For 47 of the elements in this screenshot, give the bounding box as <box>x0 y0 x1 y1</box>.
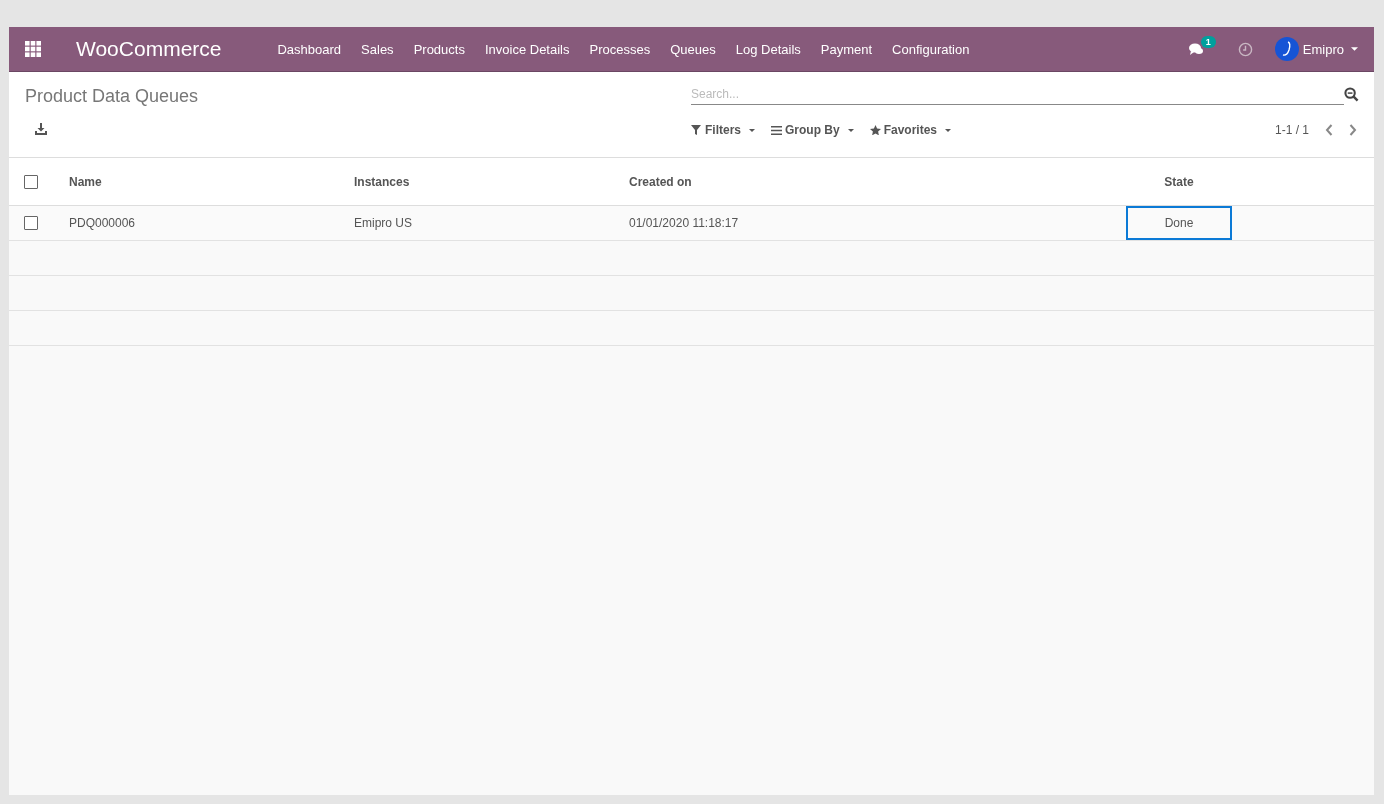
table-cell: Emipro US <box>354 216 412 230</box>
column-header[interactable]: State <box>1125 158 1233 206</box>
column-header[interactable]: Created on <box>628 158 1125 206</box>
message-count-badge: 1 <box>1200 36 1216 48</box>
select-all-checkbox[interactable] <box>24 174 38 189</box>
caret-icon[interactable] <box>1351 47 1358 51</box>
caret-icon <box>945 128 952 132</box>
star-icon <box>869 125 881 135</box>
dropdown-toggle[interactable]: Group By <box>767 121 858 139</box>
previous-icon[interactable] <box>1325 124 1333 136</box>
menu-item[interactable]: Products <box>403 41 475 57</box>
caret-icon <box>749 128 755 132</box>
menu-item[interactable]: Queues <box>660 41 726 57</box>
table-cell: PDQ000006 <box>69 216 136 230</box>
clock-icon[interactable] <box>1237 41 1253 57</box>
filter-icon <box>691 125 702 135</box>
menu-item[interactable]: Configuration <box>882 41 980 57</box>
table-cell: Done <box>1126 206 1232 240</box>
apps-menu-icon[interactable] <box>25 41 41 57</box>
pager-value: 1-1 / 1 <box>1274 123 1309 137</box>
menu-item[interactable]: Sales <box>351 41 404 57</box>
menu-item[interactable]: Dashboard <box>267 41 352 57</box>
app-name: WooCommerce <box>76 37 222 61</box>
column-header[interactable]: Instances <box>353 158 628 206</box>
dropdown-label: Filters <box>705 123 741 137</box>
menu-item[interactable]: Payment <box>810 41 883 57</box>
caret-icon <box>847 128 854 132</box>
user-menu[interactable]: Emipro <box>1274 37 1358 61</box>
row-checkbox[interactable] <box>24 216 38 230</box>
search-field[interactable]: Search... <box>691 84 1344 105</box>
download-icon[interactable] <box>35 123 47 135</box>
avatar-icon[interactable] <box>1274 37 1299 61</box>
menu-item[interactable]: Log Details <box>725 41 811 57</box>
dropdown-label: Favorites <box>883 123 938 137</box>
chat-icon[interactable] <box>1187 42 1204 56</box>
next-icon[interactable] <box>1349 124 1357 136</box>
search-icon[interactable] <box>1344 87 1359 102</box>
column-header[interactable]: Name <box>68 158 353 206</box>
menu-item[interactable]: Invoice Details <box>474 41 580 57</box>
list-icon <box>771 125 782 135</box>
dropdown-toggle[interactable]: Filters <box>687 121 759 139</box>
menu-item[interactable]: Processes <box>579 41 661 57</box>
user-name: Emipro <box>1302 41 1344 57</box>
table-cell: 01/01/2020 11:18:17 <box>629 216 739 230</box>
breadcrumb-title: Product Data Queues <box>25 86 200 107</box>
dropdown-label: Group By <box>785 123 840 137</box>
dropdown-toggle[interactable]: Favorites <box>865 121 956 139</box>
